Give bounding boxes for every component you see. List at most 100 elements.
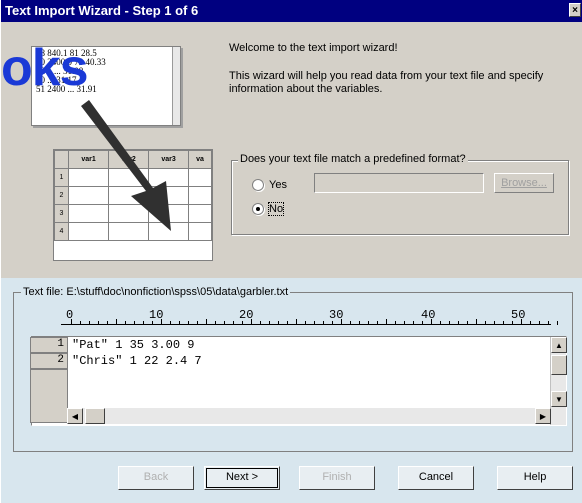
ruler-tick xyxy=(440,321,441,325)
ruler-tick xyxy=(71,319,72,325)
ruler-label: 50 xyxy=(511,308,526,322)
title-bar: Text Import Wizard - Step 1 of 6 × xyxy=(1,0,582,22)
radio-yes[interactable]: Yes xyxy=(252,179,287,191)
browse-button[interactable]: Browse... xyxy=(494,173,554,193)
radio-no-label[interactable]: No xyxy=(267,202,285,216)
ruler-tick xyxy=(116,319,117,325)
ruler-tick xyxy=(413,321,414,325)
ruler-tick xyxy=(368,321,369,325)
ruler-tick xyxy=(125,321,126,325)
ruler-tick xyxy=(251,319,252,325)
ruler-tick xyxy=(503,321,504,325)
next-button[interactable]: Next > xyxy=(204,466,280,490)
ruler-tick xyxy=(521,319,522,325)
ruler-tick xyxy=(350,321,351,325)
row-number-empty xyxy=(30,369,68,423)
file-preview-panel: Text file: E:\stuff\doc\nonfiction\spss\… xyxy=(1,278,582,503)
scroll-right-icon[interactable]: ▶ xyxy=(535,408,551,424)
ruler-tick xyxy=(557,321,558,325)
cancel-button[interactable]: Cancel xyxy=(398,466,474,490)
column-ruler: 0 10 20 30 40 50 xyxy=(61,308,558,330)
ruler-tick xyxy=(224,321,225,325)
ruler-tick xyxy=(332,321,333,325)
row-numbers: 1 2 xyxy=(30,337,68,423)
ruler-tick xyxy=(377,321,378,325)
ruler-tick xyxy=(512,321,513,325)
ruler-tick xyxy=(278,321,279,325)
back-button[interactable]: Back xyxy=(118,466,194,490)
ruler-tick xyxy=(98,321,99,325)
welcome-heading: Welcome to the text import wizard! xyxy=(229,42,398,54)
ruler-tick xyxy=(314,321,315,325)
group-legend: Does your text file match a predefined f… xyxy=(238,153,468,165)
preview-vertical-scrollbar[interactable]: ▲ ▼ xyxy=(550,337,567,425)
file-path-label: Text file: E:\stuff\doc\nonfiction\spss\… xyxy=(21,286,291,298)
format-file-field[interactable] xyxy=(314,173,484,193)
ruler-label: 0 xyxy=(66,308,74,322)
ruler-tick xyxy=(143,321,144,325)
grid-row-num: 3 xyxy=(54,204,69,223)
scroll-left-icon[interactable]: ◀ xyxy=(67,408,83,424)
ruler-tick xyxy=(170,321,171,325)
preview-horizontal-scrollbar[interactable]: ◀ ▶ xyxy=(67,408,551,424)
ruler-tick xyxy=(476,319,477,325)
ruler-tick xyxy=(206,319,207,325)
radio-yes-label[interactable]: Yes xyxy=(269,179,287,191)
ruler-tick xyxy=(467,321,468,325)
ruler-tick xyxy=(422,321,423,325)
ruler-tick xyxy=(197,321,198,325)
ruler-tick xyxy=(179,321,180,325)
finish-button[interactable]: Finish xyxy=(299,466,375,490)
preview-row: "Pat" 1 35 3.00 9 xyxy=(72,338,195,352)
grid-row-num: 2 xyxy=(54,186,69,205)
ruler-tick xyxy=(305,321,306,325)
scroll-up-icon[interactable]: ▲ xyxy=(551,337,567,353)
grid-row-num: 1 xyxy=(54,168,69,187)
ruler-tick xyxy=(494,321,495,325)
help-button[interactable]: Help xyxy=(497,466,573,490)
ruler-tick xyxy=(233,321,234,325)
ruler-tick xyxy=(404,321,405,325)
ruler-tick xyxy=(188,321,189,325)
hscroll-thumb[interactable] xyxy=(85,408,105,424)
ruler-tick xyxy=(386,319,387,325)
welcome-description: This wizard will help you read data from… xyxy=(229,70,544,95)
row-number: 2 xyxy=(30,353,68,369)
close-icon[interactable]: × xyxy=(569,3,581,17)
scroll-thumb[interactable] xyxy=(551,355,567,375)
welcome-text: Welcome to the text import wizard! This … xyxy=(229,42,569,111)
radio-no[interactable]: No xyxy=(252,202,285,216)
ruler-tick xyxy=(215,321,216,325)
arrow-icon xyxy=(81,100,171,231)
ruler-tick xyxy=(89,321,90,325)
ruler-tick xyxy=(80,321,81,325)
ruler-tick xyxy=(539,321,540,325)
ruler-tick xyxy=(359,321,360,325)
ruler-tick xyxy=(341,319,342,325)
ruler-tick xyxy=(242,321,243,325)
ruler-tick xyxy=(287,321,288,325)
ruler-tick xyxy=(269,321,270,325)
row-number: 1 xyxy=(30,337,68,353)
watermark-text: oks xyxy=(1,39,89,97)
predefined-format-group: Does your text file match a predefined f… xyxy=(231,153,569,235)
ruler-tick xyxy=(395,321,396,325)
ruler-tick xyxy=(458,321,459,325)
ruler-tick xyxy=(323,321,324,325)
ruler-tick xyxy=(134,321,135,325)
preview-row: "Chris" 1 22 2.4 7 xyxy=(72,354,202,368)
ruler-tick xyxy=(296,319,297,325)
ruler-tick xyxy=(530,321,531,325)
scroll-down-icon[interactable]: ▼ xyxy=(551,391,567,407)
ruler-tick xyxy=(161,319,162,325)
grid-row-num: 4 xyxy=(54,222,69,241)
ruler-tick xyxy=(548,321,549,325)
ruler-tick xyxy=(449,321,450,325)
ruler-tick xyxy=(260,321,261,325)
ruler-tick xyxy=(152,321,153,325)
preview-rows: "Pat" 1 35 3.00 9 "Chris" 1 22 2.4 7 xyxy=(72,337,202,369)
radio-no-circle[interactable] xyxy=(252,203,264,215)
grid-header: va xyxy=(188,150,212,169)
radio-yes-circle[interactable] xyxy=(252,179,264,191)
ruler-tick xyxy=(431,319,432,325)
